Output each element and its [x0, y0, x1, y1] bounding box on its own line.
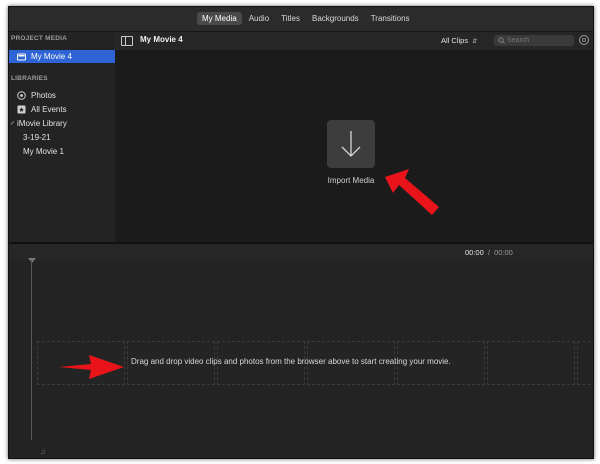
- import-media-button[interactable]: [327, 120, 375, 168]
- playhead-handle-icon[interactable]: [28, 258, 36, 263]
- sidebar-item-photos[interactable]: Photos: [9, 89, 115, 102]
- sidebar-item-event[interactable]: My Movie 1: [9, 145, 115, 158]
- media-browser: Import Media: [115, 51, 593, 242]
- sidebar-item-label: 3-19-21: [23, 133, 51, 142]
- chevron-updown-icon: ⇵: [472, 39, 478, 45]
- search-field[interactable]: [494, 35, 574, 46]
- music-note-icon: ♫: [40, 447, 46, 456]
- timeline-header: 00:00 / 00:00: [9, 244, 593, 260]
- photos-icon: [17, 91, 26, 100]
- project-icon: [17, 52, 26, 61]
- tab-backgrounds[interactable]: Backgrounds: [307, 12, 364, 25]
- project-title: My Movie 4: [140, 35, 183, 44]
- sidebar-item-label: iMovie Library: [17, 119, 67, 128]
- tab-transitions[interactable]: Transitions: [366, 12, 415, 25]
- search-input[interactable]: [507, 37, 567, 44]
- sidebar-item-library[interactable]: ✓ iMovie Library: [9, 117, 115, 130]
- tab-audio[interactable]: Audio: [244, 12, 274, 25]
- sidebar-item-label: Photos: [31, 91, 56, 100]
- imovie-window: My Media Audio Titles Backgrounds Transi…: [8, 6, 594, 459]
- drop-placeholder: [577, 341, 593, 385]
- libraries-heading: LIBRARIES: [11, 75, 48, 82]
- sidebar-item-label: All Events: [31, 105, 67, 114]
- drop-placeholder: [487, 341, 575, 385]
- sidebar-item-label: My Movie 4: [31, 52, 72, 61]
- total-time: 00:00: [494, 248, 513, 257]
- clip-filter-dropdown[interactable]: All Clips ⇵: [441, 36, 477, 45]
- star-calendar-icon: [17, 105, 26, 114]
- library-sidebar: PROJECT MEDIA My Movie 4 LIBRARIES Photo…: [9, 32, 115, 242]
- chevron-down-icon[interactable]: ✓: [10, 120, 15, 127]
- time-separator: /: [487, 248, 490, 257]
- search-icon: [498, 37, 505, 44]
- clip-filter-label: All Clips: [441, 36, 469, 45]
- drop-hint-text: Drag and drop video clips and photos fro…: [131, 357, 451, 366]
- sidebar-item-label: My Movie 1: [23, 147, 64, 156]
- project-media-heading: PROJECT MEDIA: [11, 35, 68, 42]
- download-arrow-icon: [341, 131, 361, 157]
- sidebar-item-project[interactable]: My Movie 4: [9, 50, 115, 63]
- playhead[interactable]: [31, 260, 32, 440]
- browser-header: My Movie 4 All Clips ⇵: [115, 32, 593, 51]
- sidebar-toggle-icon[interactable]: [121, 36, 133, 46]
- annotation-arrow-icon: [385, 169, 439, 215]
- settings-gear-icon[interactable]: [579, 35, 589, 45]
- timeline[interactable]: Drag and drop video clips and photos fro…: [9, 258, 593, 458]
- media-tab-bar: My Media Audio Titles Backgrounds Transi…: [9, 7, 593, 32]
- current-time: 00:00: [465, 248, 484, 257]
- sidebar-item-all-events[interactable]: All Events: [9, 103, 115, 116]
- timecode-display: 00:00 / 00:00: [465, 248, 513, 257]
- media-tabs: My Media Audio Titles Backgrounds Transi…: [197, 12, 415, 25]
- tab-my-media[interactable]: My Media: [197, 12, 242, 25]
- sidebar-item-event[interactable]: 3-19-21: [9, 131, 115, 144]
- tab-titles[interactable]: Titles: [276, 12, 305, 25]
- annotation-arrow-icon: [59, 355, 124, 379]
